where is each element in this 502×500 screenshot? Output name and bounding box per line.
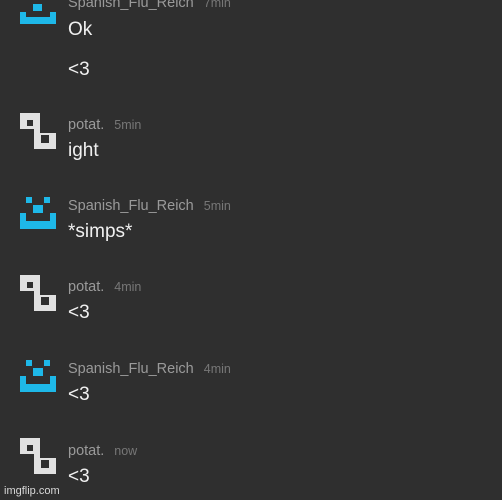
author-name[interactable]: Spanish_Flu_Reich: [68, 361, 194, 377]
timestamp: now: [114, 444, 138, 458]
timestamp: 4min: [114, 280, 142, 294]
timestamp: 4min: [203, 362, 231, 376]
message-text: *simps*: [68, 221, 133, 242]
author-name[interactable]: potat.: [68, 117, 104, 133]
gray-zigzag-icon: [20, 438, 56, 474]
message-text: <3: [68, 302, 90, 323]
message-header: Spanish_Flu_Reich 4min: [68, 360, 231, 378]
gray-zigzag-icon: [20, 275, 56, 311]
blue-smiley-icon: [20, 360, 56, 392]
message-text: <3: [68, 59, 90, 80]
timestamp: 7min: [203, 0, 231, 10]
watermark: imgflip.com: [4, 485, 60, 497]
message-header: potat. 4min: [68, 278, 141, 296]
message-header: potat. 5min: [68, 116, 141, 134]
blue-smiley-icon: [20, 4, 56, 24]
message-header: Spanish_Flu_Reich 5min: [68, 197, 231, 215]
timestamp: 5min: [114, 118, 142, 132]
message-text: ight: [68, 140, 99, 161]
message-text: <3: [68, 466, 90, 487]
gray-zigzag-icon: [20, 113, 56, 149]
message-header: potat. now: [68, 442, 137, 460]
message-text: <3: [68, 384, 90, 405]
author-name[interactable]: potat.: [68, 443, 104, 459]
author-name[interactable]: potat.: [68, 279, 104, 295]
message-header: Spanish_Flu_Reich 7min: [68, 0, 231, 12]
author-name[interactable]: Spanish_Flu_Reich: [68, 198, 194, 214]
message-text: Ok: [68, 19, 93, 40]
author-name[interactable]: Spanish_Flu_Reich: [68, 0, 194, 11]
blue-smiley-icon: [20, 197, 56, 229]
timestamp: 5min: [203, 199, 231, 213]
